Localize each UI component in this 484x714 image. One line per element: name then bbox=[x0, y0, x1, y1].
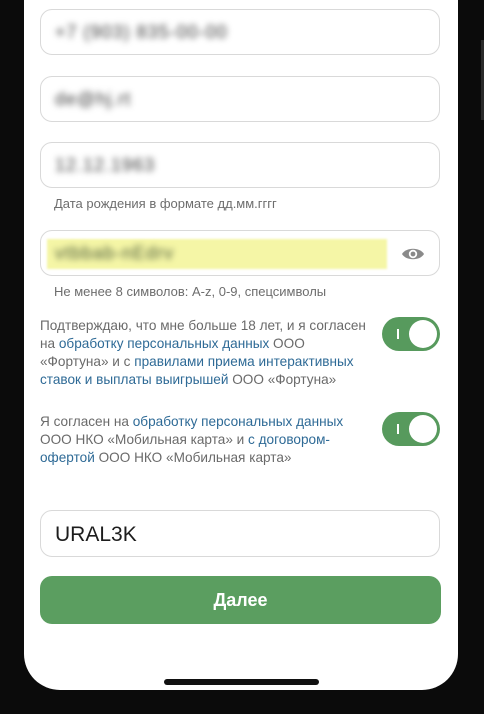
birthdate-hint: Дата рождения в формате дд.мм.гггг bbox=[54, 196, 277, 211]
promo-code-value: URAL3K bbox=[55, 523, 137, 546]
password-field[interactable]: vtbbab-nEdrv bbox=[40, 230, 440, 276]
phone-value: +7 (903) 835-00-00 bbox=[55, 22, 228, 42]
consent-age-text: Подтверждаю, что мне больше 18 лет, и я … bbox=[40, 318, 366, 387]
consent-age-toggle[interactable] bbox=[382, 317, 440, 351]
birthdate-value: 12.12.1963 bbox=[55, 155, 156, 175]
password-hint: Не менее 8 символов: A-z, 0-9, спецсимво… bbox=[54, 284, 327, 299]
phone-field[interactable]: +7 (903) 835-00-00 bbox=[40, 9, 440, 55]
eye-icon[interactable] bbox=[401, 245, 425, 263]
consent-card-toggle[interactable] bbox=[382, 412, 440, 446]
password-value: vtbbab-nEdrv bbox=[55, 243, 175, 263]
toggle-knob bbox=[409, 415, 437, 443]
personal-data-link[interactable]: обработку персональных данных bbox=[59, 336, 269, 351]
next-button[interactable]: Далее bbox=[40, 576, 441, 624]
email-field[interactable]: de@hj.rt bbox=[40, 76, 440, 122]
card-personal-data-link[interactable]: обработку персональных данных bbox=[133, 414, 343, 429]
promo-code-field[interactable]: URAL3K bbox=[40, 510, 440, 557]
consent-card-text: Я согласен на обработку персональных дан… bbox=[40, 414, 344, 465]
home-indicator bbox=[164, 679, 319, 685]
toggle-knob bbox=[409, 320, 437, 348]
screen: +7 (903) 835-00-00 de@hj.rt 12.12.1963 Д… bbox=[24, 0, 458, 690]
email-value: de@hj.rt bbox=[55, 89, 132, 109]
birthdate-field[interactable]: 12.12.1963 bbox=[40, 142, 440, 188]
